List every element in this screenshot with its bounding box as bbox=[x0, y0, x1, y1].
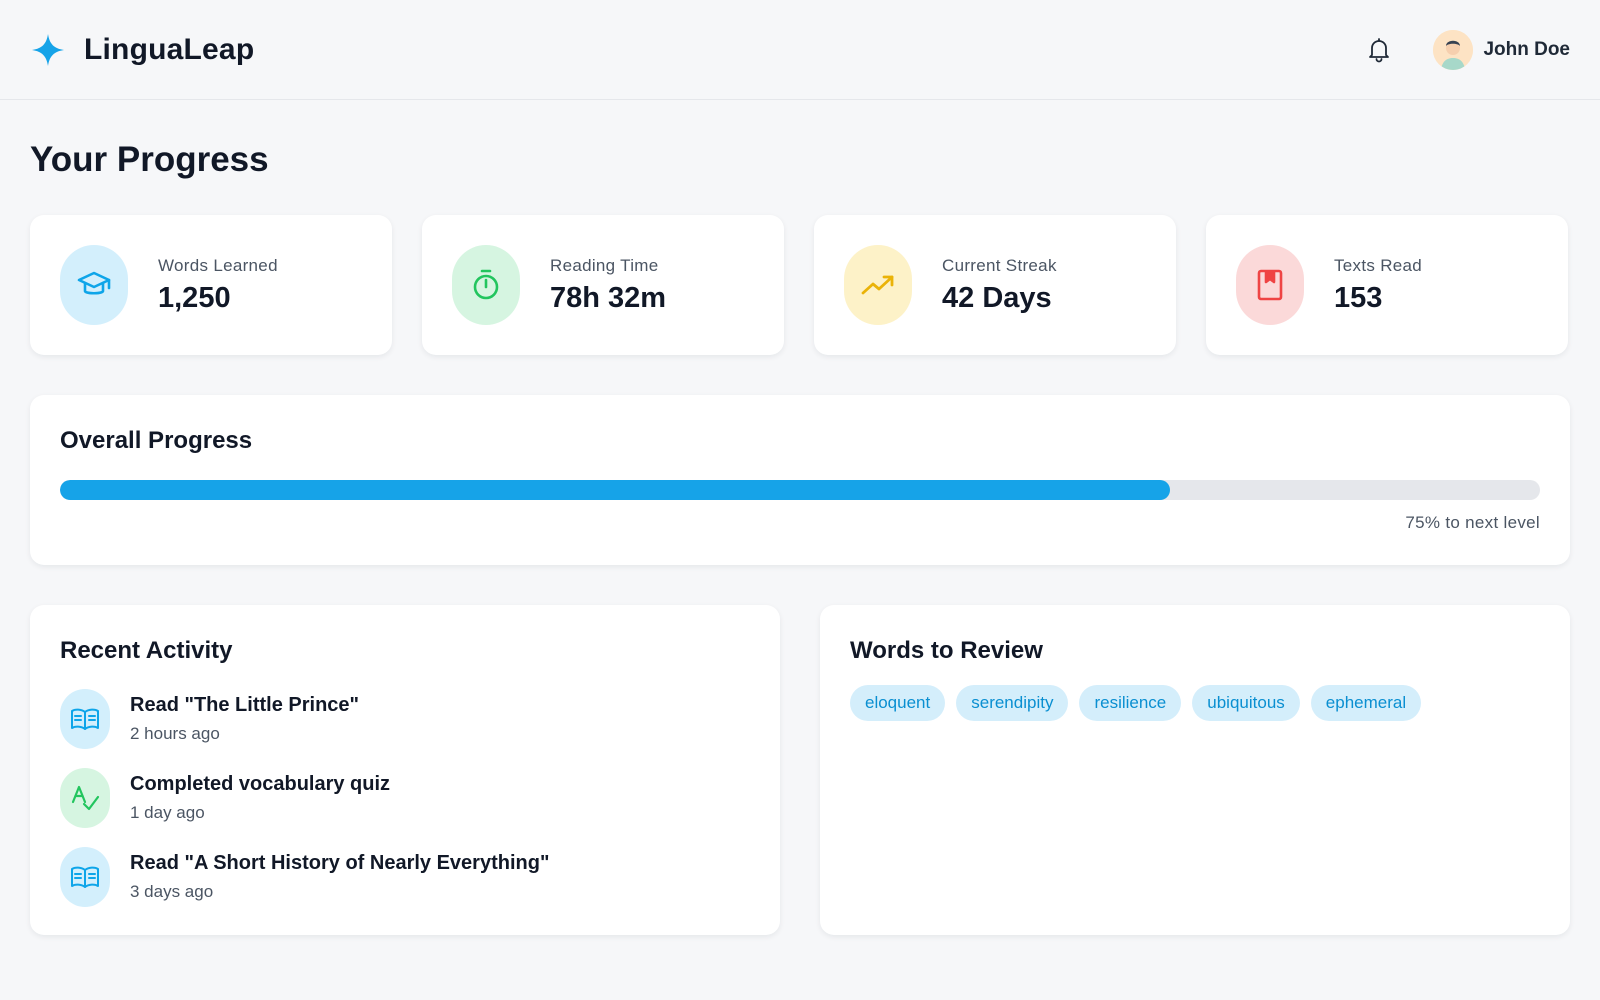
review-word-chip[interactable]: resilience bbox=[1079, 685, 1182, 721]
overall-progress-card: Overall Progress 75% to next level bbox=[30, 395, 1570, 565]
review-word-chip[interactable]: serendipity bbox=[956, 685, 1069, 721]
activity-title: Recent Activity bbox=[60, 637, 233, 664]
graduation-cap-icon bbox=[60, 245, 128, 325]
user-name: John Doe bbox=[1483, 38, 1570, 60]
brand[interactable]: LinguaLeap bbox=[30, 32, 254, 68]
user-menu[interactable]: John Doe bbox=[1433, 29, 1570, 70]
recent-activity-card: Recent Activity Read "The Little Prince"… bbox=[30, 605, 780, 935]
activity-item-time: 1 day ago bbox=[130, 803, 205, 822]
activity-item[interactable]: Read "The Little Prince" 2 hours ago bbox=[60, 689, 750, 749]
bookmark-book-icon bbox=[1236, 245, 1304, 325]
review-word-chip[interactable]: ephemeral bbox=[1310, 685, 1422, 721]
stat-card-reading-time: Reading Time 78h 32m bbox=[422, 215, 784, 355]
activity-item-time: 2 hours ago bbox=[130, 724, 220, 743]
activity-item-title: Completed vocabulary quiz bbox=[130, 773, 391, 795]
stat-label: Texts Read bbox=[1334, 255, 1423, 275]
stat-card-current-streak: Current Streak 42 Days bbox=[814, 215, 1176, 355]
activity-list: Read "The Little Prince" 2 hours ago Com… bbox=[60, 689, 750, 907]
activity-item[interactable]: Completed vocabulary quiz 1 day ago bbox=[60, 768, 750, 828]
stats-row: Words Learned 1,250 Reading Time 78h 32m… bbox=[30, 215, 1570, 355]
stat-value: 78h 32m bbox=[550, 281, 667, 314]
progress-title: Overall Progress bbox=[60, 427, 253, 454]
stopwatch-icon bbox=[452, 245, 520, 325]
stat-value: 42 Days bbox=[942, 281, 1052, 314]
page-title: Your Progress bbox=[30, 140, 269, 179]
stat-label: Current Streak bbox=[942, 255, 1057, 275]
review-word-chip[interactable]: eloquent bbox=[850, 685, 946, 721]
stat-card-texts-read: Texts Read 153 bbox=[1206, 215, 1568, 355]
stat-value: 1,250 bbox=[158, 281, 231, 314]
activity-item-time: 3 days ago bbox=[130, 882, 214, 901]
sparkle-logo-icon bbox=[30, 32, 66, 68]
stat-card-words-learned: Words Learned 1,250 bbox=[30, 215, 392, 355]
top-bar: LinguaLeap John Doe bbox=[0, 0, 1600, 100]
stat-label: Reading Time bbox=[550, 255, 659, 275]
review-word-chips: eloquent serendipity resilience ubiquito… bbox=[850, 685, 1540, 721]
bell-icon[interactable] bbox=[1363, 34, 1395, 66]
activity-item-title: Read "A Short History of Nearly Everythi… bbox=[130, 852, 550, 874]
stat-label: Words Learned bbox=[158, 255, 278, 275]
activity-item-title: Read "The Little Prince" bbox=[130, 694, 360, 716]
activity-item[interactable]: Read "A Short History of Nearly Everythi… bbox=[60, 847, 750, 907]
progress-caption: 75% to next level bbox=[1405, 513, 1540, 532]
words-to-review-card: Words to Review eloquent serendipity res… bbox=[820, 605, 1570, 935]
open-book-icon bbox=[60, 847, 110, 907]
progress-bar bbox=[60, 480, 1540, 500]
review-title: Words to Review bbox=[850, 637, 1043, 664]
open-book-icon bbox=[60, 689, 110, 749]
avatar bbox=[1433, 29, 1474, 70]
app-name: LinguaLeap bbox=[84, 32, 255, 66]
trending-up-icon bbox=[844, 245, 912, 325]
stat-value: 153 bbox=[1334, 281, 1383, 314]
review-word-chip[interactable]: ubiquitous bbox=[1192, 685, 1300, 721]
spell-check-icon bbox=[60, 768, 110, 828]
progress-bar-fill bbox=[60, 480, 1170, 500]
header-actions: John Doe bbox=[1363, 29, 1570, 70]
